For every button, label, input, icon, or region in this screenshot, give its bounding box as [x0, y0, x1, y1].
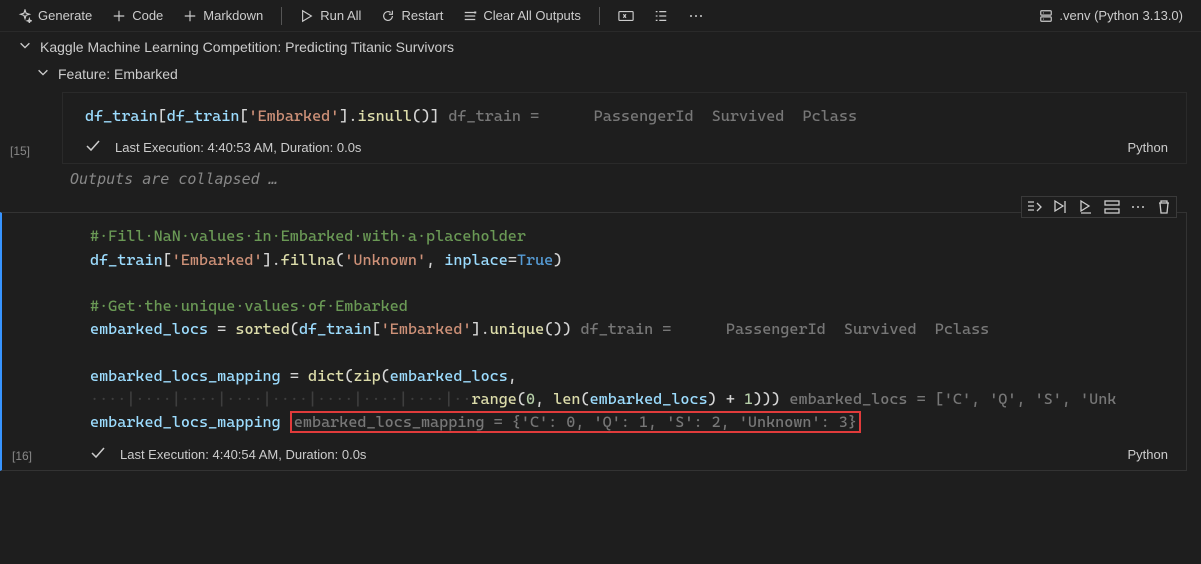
heading-2-text: Feature: Embarked — [58, 66, 178, 82]
run-all-label: Run All — [320, 8, 361, 23]
code-editor[interactable]: df_train[df_train['Embarked'].isnull()] … — [63, 93, 1186, 134]
restart-icon — [381, 9, 395, 23]
inline-value-highlight: embarked_locs_mapping = {'C': 0, 'Q': 1,… — [290, 411, 861, 433]
kernel-label: .venv (Python 3.13.0) — [1059, 8, 1183, 23]
variables-button[interactable] — [610, 6, 642, 26]
check-icon — [85, 138, 101, 157]
add-markdown-button[interactable]: Markdown — [175, 5, 271, 26]
separator — [599, 7, 600, 25]
chevron-down-icon — [18, 38, 32, 55]
status-text: Last Execution: 4:40:53 AM, Duration: 0.… — [115, 140, 361, 155]
restart-label: Restart — [401, 8, 443, 23]
code-editor[interactable]: #·Fill·NaN·values·in·Embarked·with·a·pla… — [62, 213, 1186, 440]
more-button[interactable] — [680, 6, 712, 26]
clear-label: Clear All Outputs — [483, 8, 581, 23]
cell-15: df_train[df_train['Embarked'].isnull()] … — [0, 92, 1201, 164]
cell-status-bar: Last Execution: 4:40:54 AM, Duration: 0.… — [62, 441, 1186, 470]
run-by-line-icon[interactable] — [1026, 199, 1042, 215]
delete-icon[interactable] — [1156, 199, 1172, 215]
cell-status-bar: Last Execution: 4:40:53 AM, Duration: 0.… — [63, 134, 1186, 163]
add-code-button[interactable]: Code — [104, 5, 171, 26]
clear-outputs-button[interactable]: Clear All Outputs — [455, 5, 589, 26]
kernel-selector[interactable]: .venv (Python 3.13.0) — [1031, 5, 1191, 26]
cell-language[interactable]: Python — [1128, 447, 1174, 462]
plus-icon — [183, 9, 197, 23]
run-all-button[interactable]: Run All — [292, 5, 369, 26]
clear-icon — [463, 9, 477, 23]
collapsed-text: Outputs are collapsed — [70, 170, 260, 188]
status-text: Last Execution: 4:40:54 AM, Duration: 0.… — [120, 447, 366, 462]
heading-1-text: Kaggle Machine Learning Competition: Pre… — [40, 39, 454, 55]
chevron-down-icon — [36, 65, 50, 82]
variables-icon — [618, 9, 634, 23]
cell-exec-count: [15] — [10, 144, 30, 158]
markdown-label: Markdown — [203, 8, 263, 23]
notebook-toolbar: Generate Code Markdown Run All Restart C… — [0, 0, 1201, 32]
split-icon[interactable] — [1104, 199, 1120, 215]
cell-body[interactable]: #·Fill·NaN·values·in·Embarked·with·a·pla… — [0, 212, 1187, 470]
run-all-icon — [300, 9, 314, 23]
code-label: Code — [132, 8, 163, 23]
cell-16: #·Fill·NaN·values·in·Embarked·with·a·pla… — [0, 212, 1201, 470]
cell-language[interactable]: Python — [1128, 140, 1174, 155]
ellipsis-icon — [688, 9, 704, 23]
separator — [281, 7, 282, 25]
server-icon — [1039, 9, 1053, 23]
cell-toolbar — [1021, 196, 1177, 218]
check-icon — [90, 445, 106, 464]
restart-button[interactable]: Restart — [373, 5, 451, 26]
cell-body[interactable]: df_train[df_train['Embarked'].isnull()] … — [62, 92, 1187, 164]
heading-row-2[interactable]: Feature: Embarked — [0, 59, 1201, 86]
cell-exec-count: [16] — [12, 449, 32, 463]
outline-icon — [654, 9, 668, 23]
heading-row-1[interactable]: Kaggle Machine Learning Competition: Pre… — [0, 32, 1201, 59]
generate-label: Generate — [38, 8, 92, 23]
plus-icon — [112, 9, 126, 23]
outline-button[interactable] — [646, 6, 676, 26]
run-below-icon[interactable] — [1078, 199, 1094, 215]
ellipsis-icon[interactable] — [1130, 200, 1146, 214]
generate-button[interactable]: Generate — [10, 5, 100, 26]
run-above-icon[interactable] — [1052, 199, 1068, 215]
sparkle-icon — [18, 9, 32, 23]
ellipsis-icon: … — [269, 170, 278, 188]
